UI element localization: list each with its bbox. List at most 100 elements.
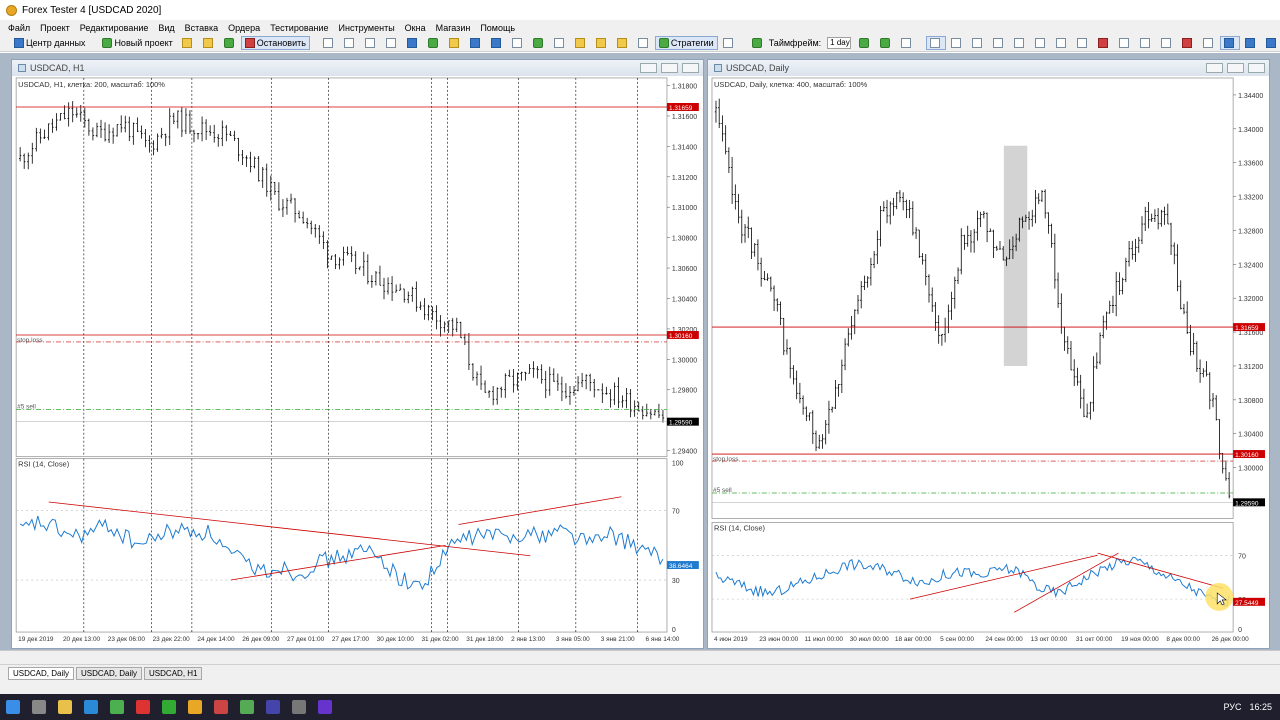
rsi-tick-label: 70 — [1238, 553, 1246, 560]
stop-price-tag-text: 1.30160 — [1235, 452, 1259, 459]
templates-button[interactable] — [613, 36, 633, 50]
search-icon[interactable] — [32, 700, 46, 714]
menu-tools[interactable]: Инструменты — [339, 23, 395, 33]
wave-tool-button[interactable] — [1052, 36, 1072, 50]
menu-file[interactable]: Файл — [8, 23, 30, 33]
daily-chart[interactable]: USDCAD, Daily, клетка: 400, масштаб: 100… — [708, 60, 1269, 648]
ray-button[interactable] — [1031, 36, 1051, 50]
statistics-button[interactable] — [403, 36, 423, 50]
menu-view[interactable]: Вид — [158, 23, 174, 33]
tab-usdcad-daily[interactable]: USDCAD, Daily — [8, 667, 75, 680]
time-axis-label: 27 дек 17:00 — [332, 636, 370, 643]
channel-button[interactable] — [1115, 36, 1135, 50]
trend-line-button[interactable] — [1010, 36, 1030, 50]
menu-windows[interactable]: Окна — [405, 23, 426, 33]
new-chart-button[interactable] — [319, 36, 339, 50]
crosshair-tool-button[interactable] — [947, 36, 967, 50]
time-axis-label: 20 дек 13:00 — [63, 636, 101, 643]
menu-project[interactable]: Проект — [40, 23, 70, 33]
app-icon[interactable] — [162, 700, 176, 714]
calculator-button[interactable] — [719, 36, 739, 50]
h1-chart[interactable]: USDCAD, H1, клетка: 200, масштаб: 100% 1.… — [12, 60, 703, 648]
app-icon[interactable] — [266, 700, 280, 714]
windows-start-icon[interactable] — [6, 700, 20, 714]
price-tick-label: 1.31200 — [672, 175, 697, 182]
forex-tester-taskbar-icon[interactable] — [188, 700, 202, 714]
app-icon[interactable] — [240, 700, 254, 714]
data-center-button[interactable]: Центр данных — [10, 36, 89, 50]
pending-order-button[interactable] — [445, 36, 465, 50]
open-project-button[interactable] — [178, 36, 198, 50]
zoom-in-button[interactable] — [466, 36, 486, 50]
fibonacci-button[interactable] — [1094, 36, 1114, 50]
auto-scroll-button[interactable] — [571, 36, 591, 50]
chart-info-label: USDCAD, Daily, клетка: 400, масштаб: 100… — [714, 80, 868, 89]
price-tick-label: 1.34400 — [1238, 93, 1263, 100]
sync-button[interactable] — [897, 36, 917, 50]
save-icon — [202, 38, 213, 48]
trend-line-icon — [1013, 38, 1024, 48]
candle-chart-button[interactable] — [529, 36, 549, 50]
text-tool-button[interactable] — [1073, 36, 1093, 50]
tool-settings-button[interactable] — [1219, 36, 1240, 50]
tab-usdcad-h1[interactable]: USDCAD, H1 — [144, 667, 203, 680]
file-explorer-icon[interactable] — [58, 700, 72, 714]
erase-button[interactable] — [1199, 36, 1219, 50]
menu-testing[interactable]: Тестирование — [270, 23, 328, 33]
grid-button[interactable] — [1262, 36, 1280, 50]
app-icon[interactable] — [292, 700, 306, 714]
cursor-tool-button[interactable] — [925, 36, 946, 50]
journal-button[interactable] — [361, 36, 381, 50]
timeframe-down-button[interactable] — [876, 36, 896, 50]
brush-icon — [637, 38, 648, 48]
strategies-button[interactable]: Стратегии — [654, 36, 718, 50]
clock[interactable]: 16:25 — [1249, 702, 1272, 712]
menu-orders[interactable]: Ордера — [228, 23, 260, 33]
tab-usdcad-daily-2[interactable]: USDCAD, Daily — [76, 667, 143, 680]
vertical-line-button[interactable] — [968, 36, 988, 50]
time-axis-label: 6 янв 14:00 — [646, 636, 680, 643]
zoom-out-button[interactable] — [487, 36, 507, 50]
bar-chart-button[interactable] — [508, 36, 528, 50]
price-tick-label: 1.29400 — [672, 449, 697, 456]
line-chart-button[interactable] — [550, 36, 570, 50]
magnet-button[interactable] — [1241, 36, 1261, 50]
save-project-button[interactable] — [199, 36, 219, 50]
edge-browser-icon[interactable] — [84, 700, 98, 714]
timeframe-up-button[interactable] — [855, 36, 875, 50]
document-icon — [322, 38, 333, 48]
level-price-tag-text: 1.31659 — [1235, 325, 1259, 332]
time-axis-label: 19 ноя 00:00 — [1121, 636, 1159, 643]
refresh-button[interactable] — [220, 36, 240, 50]
line-style-button[interactable] — [1157, 36, 1177, 50]
horizontal-line-button[interactable] — [989, 36, 1009, 50]
orders-list-button[interactable] — [382, 36, 402, 50]
shapes-button[interactable] — [1178, 36, 1198, 50]
app-icon[interactable] — [136, 700, 150, 714]
journal-icon — [364, 38, 375, 48]
app-icon[interactable] — [318, 700, 332, 714]
market-order-button[interactable] — [424, 36, 444, 50]
bottom-panel — [0, 682, 1280, 694]
price-tick-label: 1.32800 — [1238, 228, 1263, 235]
horizontal-scrollbar[interactable] — [0, 650, 1280, 664]
eraser-icon — [1202, 38, 1213, 48]
chrome-browser-icon[interactable] — [110, 700, 124, 714]
menu-insert[interactable]: Вставка — [185, 23, 218, 33]
stop-button[interactable]: Остановить — [240, 36, 310, 50]
indicators-button[interactable] — [592, 36, 612, 50]
menu-help[interactable]: Помощь — [480, 23, 515, 33]
chart-window-daily[interactable]: USDCAD, Daily USDCAD, Daily, клетка: 400… — [707, 59, 1270, 649]
font-button[interactable] — [1136, 36, 1156, 50]
properties-button[interactable] — [340, 36, 360, 50]
menu-edit[interactable]: Редактирование — [80, 23, 149, 33]
timeframe-select[interactable]: 1 day — [827, 37, 851, 49]
brush-button[interactable] — [634, 36, 654, 50]
new-project-button[interactable]: Новый проект — [98, 36, 176, 50]
menu-store[interactable]: Магазин — [436, 23, 471, 33]
line-chart-icon — [553, 38, 564, 48]
app-icon[interactable] — [214, 700, 228, 714]
language-indicator[interactable]: РУС — [1223, 702, 1241, 712]
chart-window-h1[interactable]: USDCAD, H1 USDCAD, H1, клетка: 200, масш… — [11, 59, 704, 649]
timeframe-menu-button[interactable] — [748, 36, 768, 50]
